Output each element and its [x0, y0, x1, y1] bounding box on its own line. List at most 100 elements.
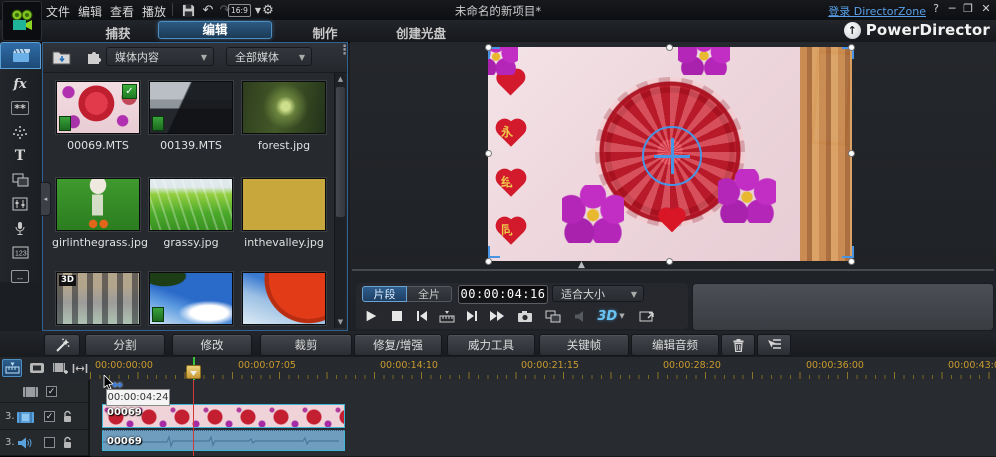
dual-preview-icon[interactable]	[542, 307, 564, 325]
restore-button[interactable]: ❐	[960, 2, 976, 15]
previous-frame-button[interactable]	[411, 307, 433, 325]
fix-enhance-button[interactable]: 修复/增强	[354, 334, 442, 356]
media-thumbnail-umbrella[interactable]	[242, 272, 326, 325]
unlock-icon[interactable]	[62, 436, 73, 449]
resize-handle[interactable]	[848, 44, 855, 51]
fit-timeline-icon[interactable]	[70, 359, 90, 377]
media-label: 00139.MTS	[145, 139, 237, 152]
snapshot-camera-icon[interactable]	[514, 307, 536, 325]
title-room-icon[interactable]: T	[0, 144, 40, 168]
import-media-icon[interactable]	[49, 47, 73, 67]
track-content-audio-3[interactable]: 00069	[90, 430, 996, 457]
menu-edit[interactable]: 编辑	[78, 3, 102, 20]
clip-mode-button[interactable]: 片段	[362, 286, 407, 302]
resize-handle[interactable]	[485, 258, 492, 265]
subtitle-room-icon[interactable]: --	[0, 264, 40, 288]
menu-file[interactable]: 文件	[46, 3, 70, 20]
media-thumbnail-grassy[interactable]	[149, 178, 233, 231]
scrollbar-thumb[interactable]	[336, 87, 345, 217]
login-directorzone-link[interactable]: 登录 DirectorZone	[828, 3, 926, 19]
timeline-video-clip[interactable]: 00069	[102, 404, 345, 428]
content-filter-dropdown[interactable]: 媒体内容 ▼	[106, 47, 214, 66]
track-content-video-3[interactable]: 00069	[90, 403, 996, 431]
playhead-marker[interactable]	[186, 365, 201, 379]
stop-button[interactable]	[386, 307, 408, 325]
ruler-timestamp: 00:00:28:20	[663, 360, 721, 371]
playhead-line-tracks[interactable]	[193, 380, 194, 456]
voiceover-room-icon[interactable]	[0, 216, 40, 240]
particle-room-icon[interactable]	[0, 120, 40, 144]
undock-preview-icon[interactable]	[636, 307, 658, 325]
movie-mode-button[interactable]: 全片	[407, 286, 452, 302]
timeline-ruler[interactable]: 00:00:00:00 00:00:07:05 00:00:14:10 00:0…	[90, 357, 996, 381]
fast-forward-button[interactable]	[486, 307, 508, 325]
library-menu-dots-icon[interactable]: ⋮	[338, 47, 346, 54]
timeline-view-icon[interactable]	[2, 359, 22, 377]
scroll-down-icon[interactable]: ▼	[335, 316, 346, 328]
media-thumbnail-3d-bikes[interactable]: 3D	[56, 272, 140, 325]
3d-mode-button[interactable]: 3D ▼	[596, 307, 626, 325]
play-button[interactable]	[360, 307, 382, 325]
zoom-fit-dropdown[interactable]: 适合大小 ▼	[552, 285, 644, 302]
chapter-room-icon[interactable]: 123	[0, 240, 40, 264]
step-seek-button[interactable]	[436, 307, 458, 325]
scroll-up-icon[interactable]: ▲	[335, 73, 346, 85]
close-button[interactable]: ✕	[978, 2, 994, 15]
resize-handle[interactable]	[666, 258, 673, 265]
panel-collapse-handle[interactable]: ◂	[41, 182, 51, 216]
keyframe-button[interactable]: 关键帧	[539, 334, 629, 356]
tab-edit[interactable]: 编辑	[158, 21, 272, 39]
resize-handle[interactable]	[848, 258, 855, 265]
minimize-button[interactable]: ─	[944, 2, 960, 15]
crop-button[interactable]: 裁剪	[260, 334, 352, 356]
unlock-icon[interactable]	[62, 410, 73, 423]
media-thumbnail-forest[interactable]	[242, 81, 326, 134]
audio-mixing-room-icon[interactable]	[0, 192, 40, 216]
track-manager-icon[interactable]	[757, 334, 791, 356]
resize-handle[interactable]	[848, 150, 855, 157]
media-type-filter-dropdown[interactable]: 全部媒体 ▼	[226, 47, 312, 66]
mute-speaker-icon[interactable]	[570, 307, 592, 325]
transition-room-icon[interactable]	[0, 168, 40, 192]
edit-audio-button[interactable]: 编辑音频	[631, 334, 719, 356]
library-scrollbar[interactable]: ▲ ▼	[334, 73, 346, 328]
media-thumbnail-girlinthegrass[interactable]	[56, 178, 140, 231]
media-thumbnail-00139[interactable]	[149, 81, 233, 134]
menu-play[interactable]: 播放	[142, 3, 166, 20]
resize-handle[interactable]	[485, 150, 492, 157]
track-enable-checkbox[interactable]	[44, 437, 55, 448]
plugin-puzzle-icon[interactable]	[81, 47, 105, 67]
timecode-display[interactable]: 00:00:04:16	[458, 285, 548, 304]
tab-capture[interactable]: 捕获	[90, 23, 146, 42]
pip-objects-room-icon[interactable]: **	[0, 96, 40, 120]
split-button[interactable]: 分割	[85, 334, 165, 356]
add-track-icon[interactable]	[50, 359, 70, 377]
modify-button[interactable]: 修改	[172, 334, 252, 356]
timeline-audio-clip[interactable]: 00069	[102, 430, 345, 451]
media-thumbnail-sky[interactable]	[149, 272, 233, 325]
trash-icon[interactable]	[721, 334, 755, 356]
position-crosshair[interactable]	[642, 126, 702, 186]
tab-produce[interactable]: 制作	[297, 23, 353, 42]
media-room-icon[interactable]	[0, 42, 41, 69]
gear-icon[interactable]: ⚙	[258, 1, 278, 19]
storyboard-view-icon[interactable]	[27, 359, 47, 377]
effect-room-icon[interactable]: fx	[0, 72, 40, 96]
preview-seek-slider[interactable]	[352, 269, 994, 271]
power-tools-button[interactable]: 威力工具	[447, 334, 535, 356]
next-frame-button[interactable]	[461, 307, 483, 325]
resize-handle[interactable]	[485, 44, 492, 51]
preview-video[interactable]: 永 结 同	[488, 47, 852, 261]
save-icon[interactable]	[178, 1, 198, 19]
tab-create-disc[interactable]: 创建光盘	[382, 23, 460, 42]
media-thumbnail-00069[interactable]: ✓	[56, 81, 140, 134]
menu-view[interactable]: 查看	[110, 3, 134, 20]
track-content-2[interactable]	[90, 380, 996, 404]
media-thumbnail-inthevalley[interactable]	[242, 178, 326, 231]
magic-wand-icon[interactable]	[44, 334, 80, 356]
track-enable-checkbox[interactable]: ✓	[44, 411, 55, 422]
seek-slider-marker[interactable]: ▲	[578, 260, 585, 270]
help-button[interactable]: ?	[928, 2, 944, 15]
resize-handle[interactable]	[666, 44, 673, 51]
track-enable-checkbox[interactable]: ✓	[46, 386, 57, 397]
